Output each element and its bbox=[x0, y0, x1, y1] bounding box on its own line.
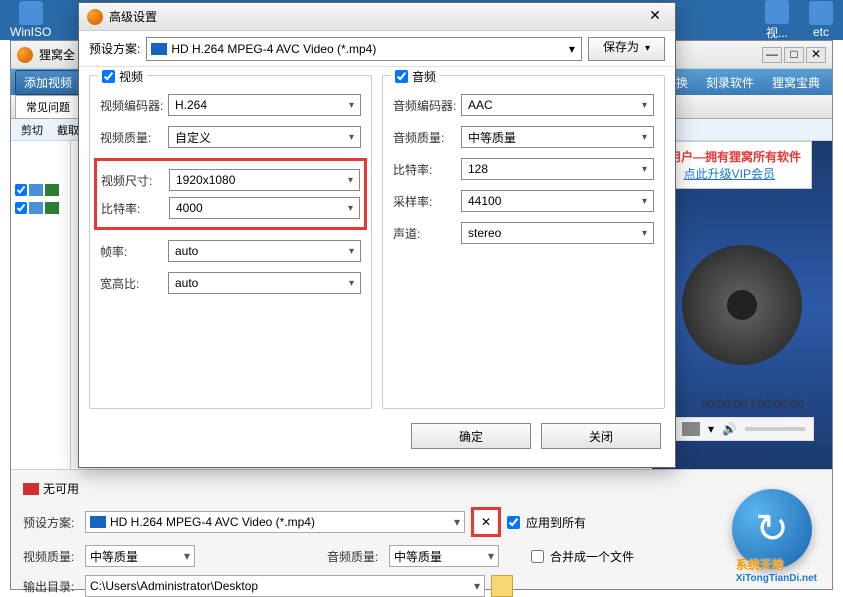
preset-select[interactable]: HD H.264 MPEG-4 AVC Video (*.mp4) bbox=[85, 511, 465, 533]
ok-button[interactable]: 确定 bbox=[411, 423, 531, 449]
video-aspect-select[interactable]: auto bbox=[168, 272, 361, 294]
toolbar-link-burn[interactable]: 刻录软件 bbox=[698, 74, 762, 91]
desktop-icon-video[interactable]: 视... bbox=[765, 0, 789, 41]
video-file-icon bbox=[45, 184, 59, 196]
promo-upgrade-link[interactable]: 点此升级VIP会员 bbox=[658, 165, 801, 182]
dialog-icon bbox=[87, 9, 103, 25]
desktop-icon-winiso[interactable]: WinISO bbox=[10, 1, 51, 39]
audio-enable-checkbox[interactable] bbox=[395, 70, 408, 83]
preset-format-icon bbox=[151, 43, 167, 55]
audio-sample-select[interactable]: 44100 bbox=[461, 190, 654, 212]
promo-line1: IP用户—拥有狸窝所有软件 bbox=[658, 148, 801, 165]
tree-item-2[interactable] bbox=[11, 199, 70, 217]
video-codec-select[interactable]: H.264 bbox=[168, 94, 361, 116]
browse-folder-button[interactable] bbox=[491, 575, 513, 597]
dialog-preset-label: 预设方案: bbox=[89, 40, 140, 57]
highlight-tools-button: ✕ bbox=[471, 507, 501, 537]
video-quality-select[interactable]: 自定义 bbox=[168, 126, 361, 148]
audio-fieldset: 音频 音频编码器: AAC 音频质量: 中等质量 比特率: 128 采样率: 4… bbox=[382, 75, 665, 409]
watermark: 系统天地 XiTongTianDi.net bbox=[736, 556, 817, 584]
maximize-button[interactable]: □ bbox=[784, 47, 804, 63]
tree-check-1[interactable] bbox=[15, 184, 27, 196]
output-dir-label: 输出目录: bbox=[23, 578, 79, 595]
left-tree-panel bbox=[11, 141, 71, 469]
minimize-button[interactable]: — bbox=[762, 47, 782, 63]
snapshot-icon[interactable] bbox=[682, 422, 700, 436]
audio-codec-label: 音频编码器: bbox=[393, 97, 457, 114]
video-codec-label: 视频编码器: bbox=[100, 97, 164, 114]
video-enable-checkbox[interactable] bbox=[102, 70, 115, 83]
close-button[interactable]: ✕ bbox=[806, 47, 826, 63]
video-quality-select[interactable]: 中等质量 bbox=[85, 545, 195, 567]
tree-item-1[interactable] bbox=[11, 181, 70, 199]
tab-faq[interactable]: 常见问题 bbox=[15, 95, 81, 118]
video-legend: 视频 bbox=[119, 68, 143, 85]
audio-codec-select[interactable]: AAC bbox=[461, 94, 654, 116]
apply-all-label: 应用到所有 bbox=[526, 514, 586, 531]
snapshot-dropdown-icon[interactable]: ▾ bbox=[708, 422, 714, 436]
volume-icon[interactable]: 🔊 bbox=[722, 422, 737, 436]
audio-quality-select[interactable]: 中等质量 bbox=[389, 545, 499, 567]
video-file-icon bbox=[45, 202, 59, 214]
dialog-preset-row: 预设方案: HD H.264 MPEG-4 AVC Video (*.mp4) … bbox=[79, 31, 675, 67]
video-file-icon bbox=[29, 184, 43, 196]
advanced-settings-button[interactable]: ✕ bbox=[475, 511, 497, 533]
apply-all-checkbox[interactable] bbox=[507, 516, 520, 529]
merge-checkbox[interactable] bbox=[531, 550, 544, 563]
audio-legend: 音频 bbox=[412, 68, 436, 85]
video-fps-select[interactable]: auto bbox=[168, 240, 361, 262]
film-reel-icon bbox=[682, 245, 802, 365]
audio-channel-label: 声道: bbox=[393, 225, 457, 242]
audio-quality-label: 音频质量: bbox=[393, 129, 457, 146]
desktop-icon-etc[interactable]: etc bbox=[809, 1, 833, 39]
dialog-preset-select[interactable]: HD H.264 MPEG-4 AVC Video (*.mp4) bbox=[146, 37, 582, 61]
volume-slider[interactable] bbox=[745, 427, 805, 431]
video-file-icon bbox=[29, 202, 43, 214]
preset-label: 预设方案: bbox=[23, 514, 79, 531]
dialog-footer: 确定 关闭 bbox=[79, 417, 675, 455]
subtab-cut[interactable]: 剪切 bbox=[15, 120, 49, 140]
highlight-video-size-bitrate: 视频尺寸: 1920x1080 比特率: 4000 bbox=[94, 158, 367, 230]
audio-sample-label: 采样率: bbox=[393, 193, 457, 210]
advanced-settings-dialog: 高级设置 ✕ 预设方案: HD H.264 MPEG-4 AVC Video (… bbox=[78, 2, 676, 468]
video-size-label: 视频尺寸: bbox=[101, 172, 165, 189]
tree-check-2[interactable] bbox=[15, 202, 27, 214]
rec-icon bbox=[23, 483, 39, 495]
video-size-select[interactable]: 1920x1080 bbox=[169, 169, 360, 191]
app-logo-icon bbox=[17, 47, 33, 63]
preset-format-icon bbox=[90, 516, 106, 528]
video-fieldset: 视频 视频编码器: H.264 视频质量: 自定义 视频尺寸: 1920x108… bbox=[89, 75, 372, 409]
status-text: 无可用 bbox=[43, 480, 79, 497]
video-fps-label: 帧率: bbox=[100, 243, 164, 260]
audio-quality-label: 音频质量: bbox=[327, 548, 383, 565]
dialog-titlebar: 高级设置 ✕ bbox=[79, 3, 675, 31]
video-bitrate-label: 比特率: bbox=[101, 200, 165, 217]
dialog-close-button[interactable]: ✕ bbox=[643, 7, 667, 27]
audio-quality-select[interactable]: 中等质量 bbox=[461, 126, 654, 148]
output-dir-select[interactable]: C:\Users\Administrator\Desktop bbox=[85, 575, 485, 597]
audio-bitrate-label: 比特率: bbox=[393, 161, 457, 178]
toolbar-link-treasure[interactable]: 狸窝宝典 bbox=[764, 74, 828, 91]
audio-bitrate-select[interactable]: 128 bbox=[461, 158, 654, 180]
merge-label: 合并成一个文件 bbox=[550, 548, 634, 565]
close-button[interactable]: 关闭 bbox=[541, 423, 661, 449]
video-bitrate-select[interactable]: 4000 bbox=[169, 197, 360, 219]
add-video-button[interactable]: 添加视频 bbox=[15, 70, 81, 95]
bottom-panel: 无可用 预设方案: HD H.264 MPEG-4 AVC Video (*.m… bbox=[11, 469, 832, 589]
app-title: 狸窝全 bbox=[39, 46, 75, 63]
video-aspect-label: 宽高比: bbox=[100, 275, 164, 292]
video-quality-label: 视频质量: bbox=[23, 548, 79, 565]
video-quality-label: 视频质量: bbox=[100, 129, 164, 146]
media-controls: ▾ 🔊 bbox=[673, 417, 814, 441]
save-as-button[interactable]: 保存为 bbox=[588, 37, 665, 61]
time-display: 00:00:00 / 00:00:00 bbox=[701, 397, 804, 411]
audio-channel-select[interactable]: stereo bbox=[461, 222, 654, 244]
dialog-title: 高级设置 bbox=[109, 8, 157, 25]
